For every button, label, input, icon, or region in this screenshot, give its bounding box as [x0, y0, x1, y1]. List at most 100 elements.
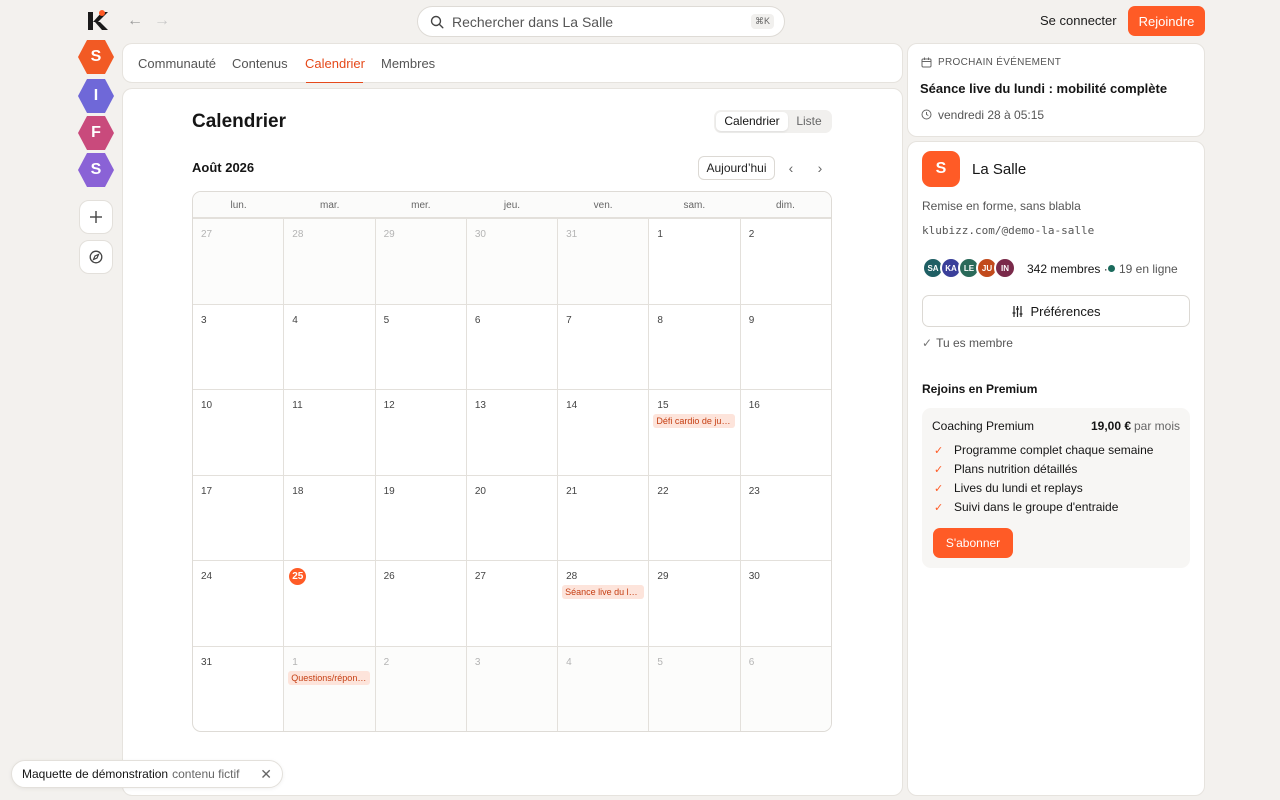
subscribe-button[interactable]: S'abonner [933, 528, 1013, 558]
next-event-label: PROCHAIN ÉVÉNEMENT [938, 57, 1062, 68]
date-number: 27 [474, 571, 486, 582]
calendar-week-row: 31 1 Questions/réponses 2 3 4 5 6 [193, 645, 831, 732]
calendar-day-cell[interactable]: 19 [374, 475, 466, 560]
calendar-day-cell[interactable]: 5 [374, 304, 466, 389]
date-number: 29 [657, 571, 669, 582]
calendar-day-cell[interactable]: 3 [193, 305, 283, 390]
back-arrow-icon[interactable]: ← [125, 11, 145, 31]
calendar-day-cell[interactable]: 2 [739, 219, 831, 304]
premium-feature-item: ✓ Lives du lundi et replays [934, 481, 1083, 495]
date-number: 4 [566, 656, 572, 668]
date-number: 21 [566, 485, 578, 497]
calendar-day-cell[interactable]: 6 [465, 304, 557, 389]
login-link[interactable]: Se connecter [1040, 13, 1117, 28]
weekday-label: ven. [593, 200, 613, 211]
date-number: 7 [566, 314, 572, 326]
next-event-title[interactable]: Séance live du lundi : mobilité complète [920, 81, 1167, 96]
date-number: 30 [748, 571, 760, 582]
calendar-day-cell[interactable]: 5 [648, 646, 740, 731]
calendar-day-cell[interactable]: 30 [465, 219, 558, 304]
search-bar[interactable]: ⌘K [417, 6, 785, 37]
calendar-day-cell[interactable]: 27 [193, 219, 284, 304]
calendar-day-cell[interactable]: 27 [465, 561, 557, 646]
date-number: 6 [748, 656, 755, 668]
calendar-day-cell[interactable]: 26 [374, 561, 466, 646]
today-button[interactable]: Aujourd’hui [698, 156, 775, 180]
calendar-day-cell[interactable]: 11 [283, 390, 374, 475]
calendar-day-cell[interactable]: 24 [193, 561, 283, 646]
club-url[interactable]: klubizz.com/@demo-la-salle [922, 224, 1094, 237]
calendar-day-cell[interactable]: 29 [374, 219, 466, 304]
calendar-day-cell[interactable]: 16 [739, 390, 831, 475]
tab-membres[interactable]: Membres [381, 56, 435, 71]
check-icon: ✓ [934, 463, 944, 476]
calendar-day-cell[interactable]: 1 [648, 219, 739, 304]
calendar-week-row: 27 28 29 30 31 1 2 [193, 219, 831, 304]
community-switcher-item[interactable]: S [78, 153, 114, 187]
chevron-left-icon[interactable]: ‹ [782, 158, 800, 178]
premium-feature-label: Lives du lundi et replays [954, 481, 1083, 495]
calendar-day-cell[interactable]: 10 [193, 390, 283, 475]
calendar-day-cell[interactable]: 29 [648, 561, 739, 646]
forward-arrow-icon[interactable]: → [152, 11, 172, 31]
calendar-day-cell[interactable]: 13 [465, 390, 557, 475]
calendar-day-cell[interactable]: 1 Questions/réponses [283, 646, 375, 731]
tab-communaute[interactable]: Communauté [138, 56, 216, 71]
calendar-day-cell[interactable]: 4 [283, 304, 374, 389]
calendar-day-cell[interactable]: 3 [465, 646, 558, 731]
view-calendar-option[interactable]: Calendrier [716, 112, 788, 131]
calendar-day-cell[interactable]: 9 [739, 304, 831, 389]
calendar-event-chip[interactable]: Défi cardio de juillet [653, 414, 736, 428]
date-number: 8 [657, 314, 663, 326]
calendar-event-chip[interactable]: Séance live du lundi [562, 585, 645, 599]
calendar-day-cell[interactable]: 15 Défi cardio de juillet [648, 390, 739, 475]
chevron-right-icon[interactable]: › [811, 158, 829, 178]
calendar-day-cell[interactable]: 14 [557, 390, 648, 475]
view-list-option[interactable]: Liste [788, 112, 830, 131]
date-number: 3 [201, 314, 207, 326]
member-avatars[interactable]: SA KA LE JU IN [922, 257, 1016, 279]
calendar-day-cell[interactable]: 31 [557, 219, 649, 304]
close-icon[interactable]: ✕ [260, 766, 272, 783]
calendar-day-cell[interactable]: 23 [739, 475, 831, 560]
calendar-day-cell[interactable]: 21 [557, 475, 648, 560]
calendar-day-cell[interactable]: 22 [648, 475, 739, 560]
calendar-day-cell[interactable]: 30 [739, 561, 831, 646]
app-logo[interactable] [86, 9, 110, 33]
calendar-day-cell[interactable]: 25 [283, 561, 374, 646]
add-community-button[interactable] [79, 200, 113, 234]
date-number: 4 [292, 314, 298, 326]
active-tab-indicator [306, 82, 363, 83]
search-shortcut: ⌘K [750, 14, 774, 29]
calendar-day-cell[interactable]: 2 [374, 646, 466, 731]
preferences-button[interactable]: Préférences [922, 295, 1190, 327]
calendar-day-cell[interactable]: 8 [648, 304, 739, 389]
calendar-day-cell[interactable]: 28 [283, 219, 375, 304]
calendar-day-cell[interactable]: 17 [193, 476, 283, 561]
calendar-day-cell[interactable]: 18 [283, 475, 374, 560]
calendar-day-cell[interactable]: 28 Séance live du lundi [557, 561, 648, 646]
calendar-day-cell[interactable]: 7 [557, 304, 648, 389]
date-number: 16 [748, 400, 760, 411]
community-switcher-item[interactable]: F [78, 116, 114, 150]
join-button[interactable]: Rejoindre [1128, 6, 1205, 36]
club-name: La Salle [972, 161, 1027, 178]
calendar-day-cell[interactable]: 12 [374, 390, 466, 475]
community-switcher-item[interactable]: S [78, 40, 114, 74]
tab-contenus[interactable]: Contenus [232, 56, 288, 71]
premium-heading: Rejoins en Premium [922, 382, 1038, 396]
date-number: 18 [292, 485, 304, 497]
calendar-day-cell[interactable]: 6 [739, 646, 831, 731]
calendar-day-cell[interactable]: 4 [557, 646, 649, 731]
calendar-event-chip[interactable]: Questions/réponses [288, 670, 371, 685]
date-number: 20 [474, 485, 486, 497]
explore-button[interactable] [79, 240, 113, 274]
tab-calendrier[interactable]: Calendrier [305, 56, 365, 71]
date-number: 1 [657, 229, 663, 240]
demo-banner: Maquette de démonstration contenu fictif… [11, 760, 283, 788]
calendar-day-cell[interactable]: 31 [193, 647, 283, 732]
community-switcher-item[interactable]: I [78, 79, 114, 113]
calendar-day-cell[interactable]: 20 [465, 475, 557, 560]
search-input[interactable] [452, 13, 751, 30]
date-number: 26 [383, 571, 395, 582]
